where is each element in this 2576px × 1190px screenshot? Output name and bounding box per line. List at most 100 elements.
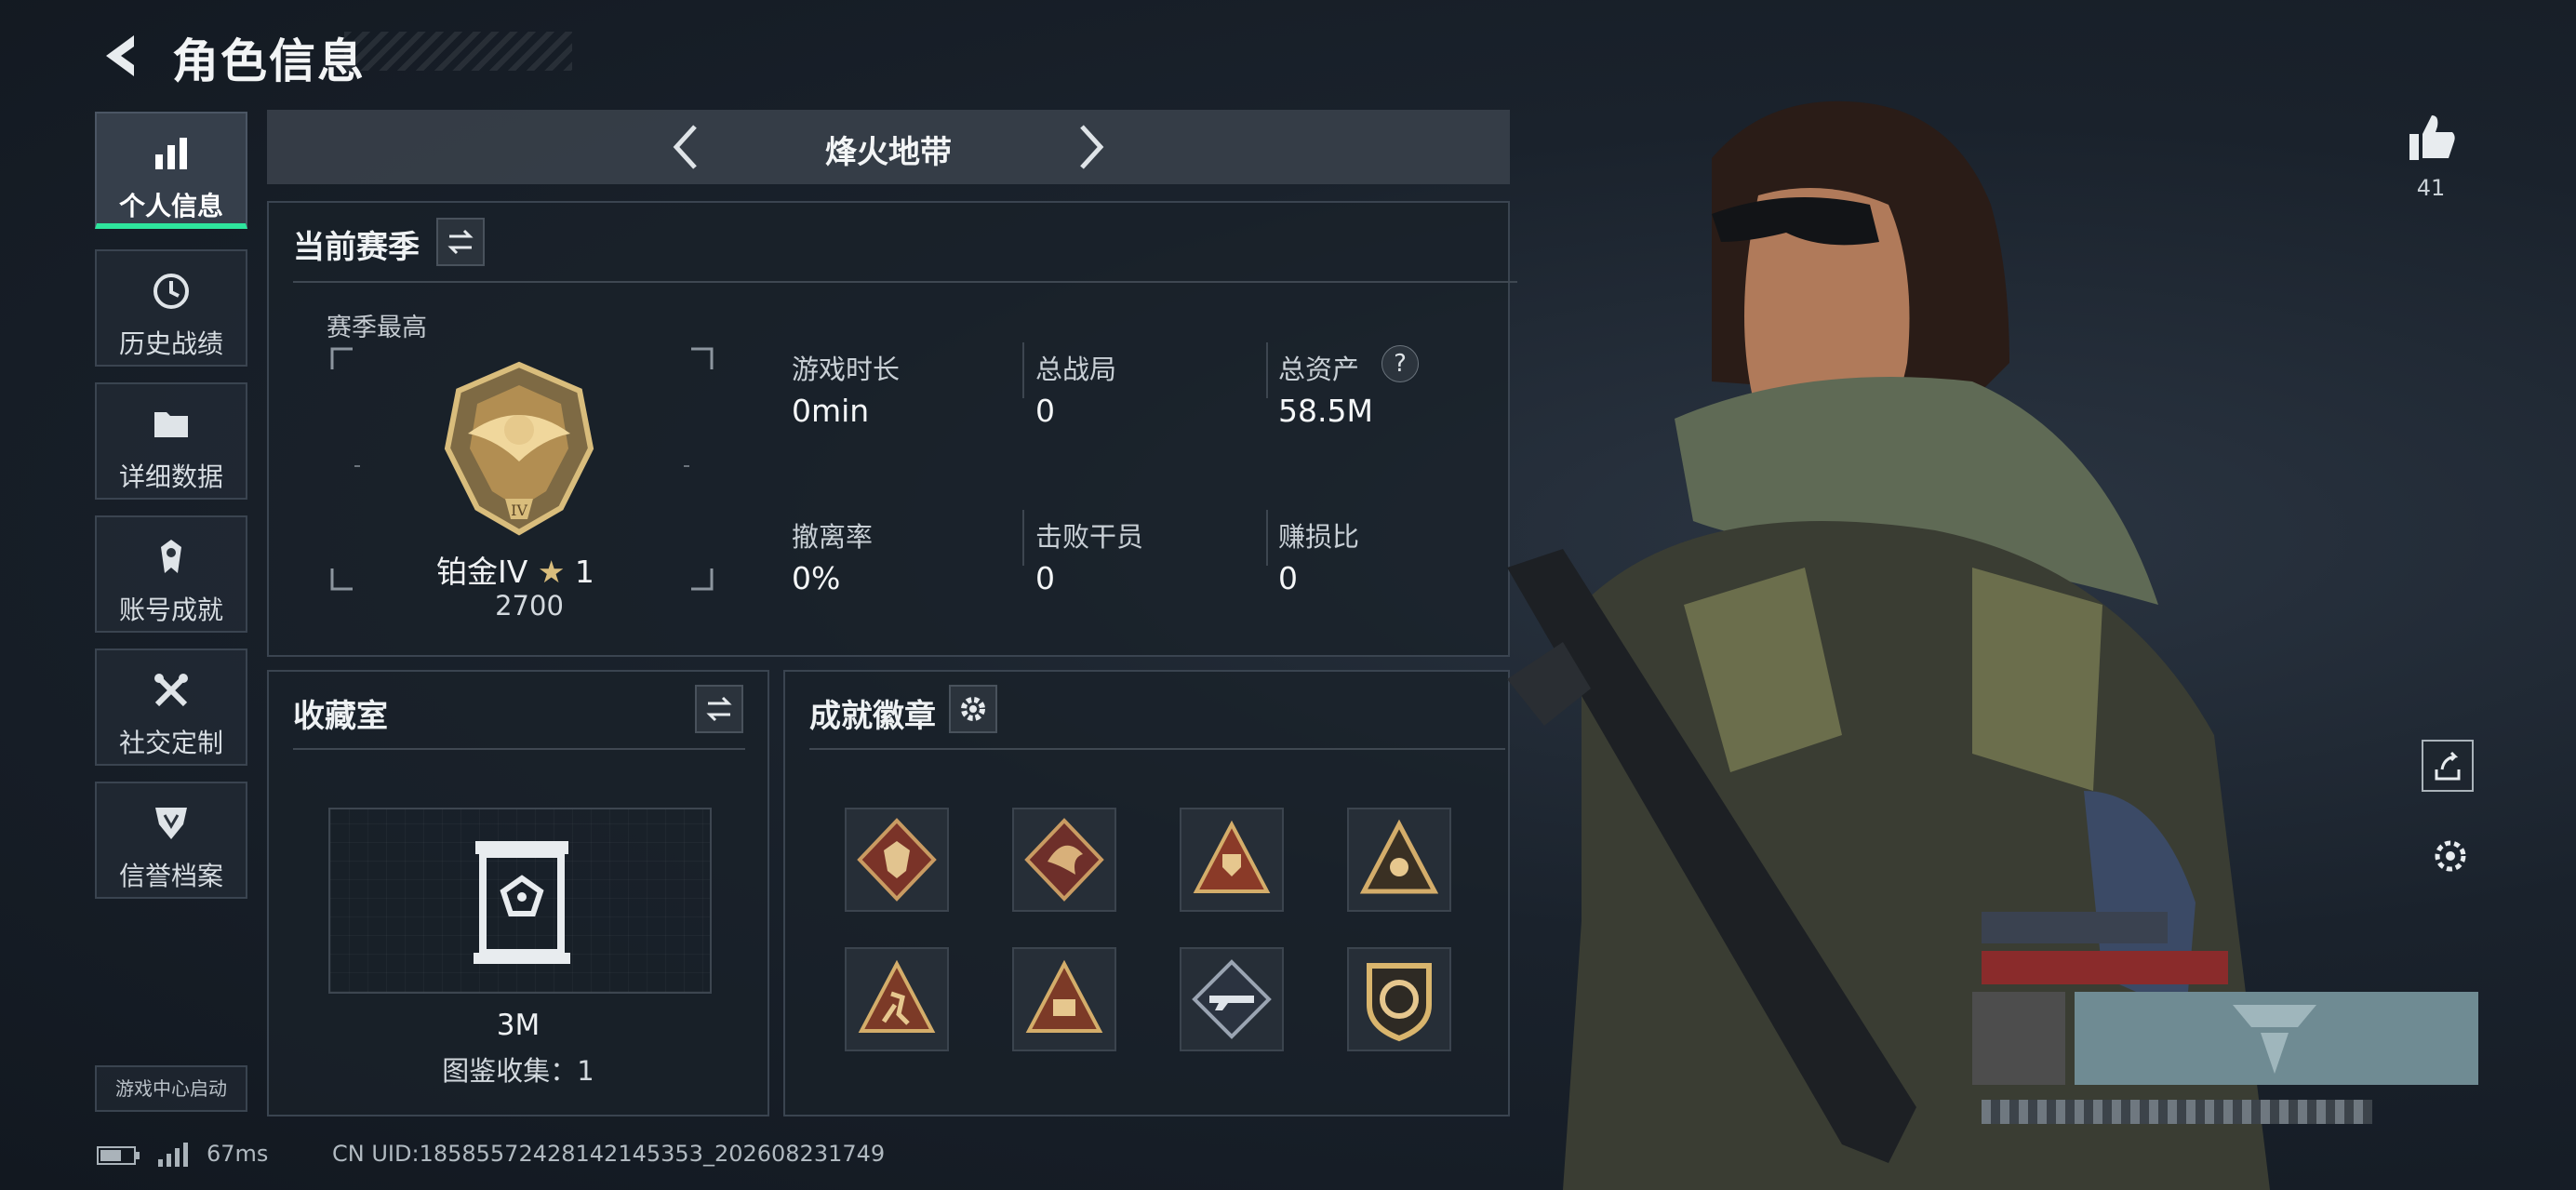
bar-chart-icon bbox=[155, 138, 187, 169]
season-title: 当前赛季 bbox=[293, 229, 420, 266]
stat-label: 撤离率 bbox=[792, 521, 874, 553]
stat-value: 58.5M bbox=[1278, 393, 1373, 429]
badge-dragon[interactable] bbox=[1012, 808, 1116, 912]
runner-badge-icon bbox=[858, 959, 936, 1033]
battery-icon bbox=[97, 1146, 140, 1165]
badge-runner[interactable] bbox=[845, 947, 949, 1051]
eye-badge-icon bbox=[1359, 819, 1439, 894]
stat-divider bbox=[1022, 510, 1024, 566]
swap-icon bbox=[706, 696, 732, 722]
swap-season-button[interactable] bbox=[436, 218, 485, 266]
help-icon[interactable]: ? bbox=[1381, 345, 1419, 382]
nav-item-personal-info[interactable]: 个人信息 bbox=[95, 112, 247, 229]
banner-emblem-icon bbox=[2233, 1005, 2316, 1074]
level-50-badge-icon bbox=[1025, 959, 1103, 1033]
player-info-pixelated bbox=[1982, 1100, 2372, 1124]
game-center-launch[interactable]: 游戏中心启动 bbox=[95, 1065, 247, 1112]
stat-divider bbox=[1022, 342, 1024, 398]
stat-label: 游戏时长 bbox=[792, 354, 901, 385]
stat-label: 总战局 bbox=[1035, 354, 1117, 385]
badge-eye[interactable] bbox=[1347, 808, 1451, 912]
gear-icon bbox=[961, 697, 985, 721]
nav-label: 账号成就 bbox=[118, 595, 223, 625]
stat-label: 总资产 bbox=[1278, 354, 1360, 385]
stat-value: 0% bbox=[792, 560, 841, 596]
nav-label: 详细数据 bbox=[118, 461, 223, 492]
nav-label: 社交定制 bbox=[118, 728, 223, 758]
stat-label: 击败干员 bbox=[1035, 521, 1144, 553]
map-name: 烽火地带 bbox=[825, 134, 952, 171]
collection-display[interactable] bbox=[328, 808, 712, 994]
divider bbox=[293, 281, 1517, 283]
medal-icon bbox=[161, 540, 181, 573]
player-uid: CN UID:1858557242814214535​3_20260823174… bbox=[332, 1141, 886, 1167]
clock-icon bbox=[153, 274, 189, 309]
catalog-count: 图鉴收集：1 bbox=[442, 1055, 594, 1087]
nav-label: 历史战绩 bbox=[118, 328, 223, 359]
badge-gold-shield[interactable] bbox=[1347, 947, 1451, 1051]
svg-text:IV: IV bbox=[511, 501, 527, 519]
rank-name: 铂金IV bbox=[436, 554, 528, 590]
like-count: 41 bbox=[2416, 175, 2446, 201]
wolf-badge-icon bbox=[857, 818, 937, 902]
shield-icon bbox=[155, 808, 187, 839]
stat-divider bbox=[1266, 342, 1268, 398]
rank-points: 2700 bbox=[495, 590, 564, 622]
settings-icon[interactable] bbox=[2430, 836, 2471, 876]
display-case-icon bbox=[474, 841, 570, 964]
divider bbox=[809, 748, 1505, 750]
chevron-right-icon[interactable] bbox=[1073, 121, 1110, 173]
achievements-title: 成就徽章 bbox=[809, 698, 936, 735]
stat-value: 0 bbox=[1278, 560, 1298, 596]
swap-collection-button[interactable] bbox=[695, 685, 743, 733]
star-icon: ★ bbox=[537, 554, 566, 590]
trophy-badge-icon bbox=[1193, 820, 1271, 893]
signal-icon bbox=[158, 1143, 188, 1167]
player-banner bbox=[2075, 992, 2478, 1085]
badge-wolf[interactable] bbox=[845, 808, 949, 912]
rank-stars: 1 bbox=[574, 554, 594, 590]
share-button[interactable] bbox=[2422, 740, 2474, 792]
badge-trophy[interactable] bbox=[1180, 808, 1284, 912]
ping-value: 67ms bbox=[207, 1141, 269, 1167]
badge-level[interactable] bbox=[1012, 947, 1116, 1051]
collection-panel: 收藏室 3M 图鉴收集：1 bbox=[267, 670, 769, 1116]
stat-divider bbox=[1266, 510, 1268, 566]
nav-item-details[interactable]: 详细数据 bbox=[95, 382, 247, 500]
rank-name-row: 铂金IV ★ 1 bbox=[436, 547, 594, 592]
avatar[interactable] bbox=[1972, 992, 2065, 1085]
page-title: 角色信息 bbox=[172, 34, 366, 88]
player-title-pixelated bbox=[1982, 951, 2228, 984]
nav-item-credit[interactable]: 信誉档案 bbox=[95, 782, 247, 899]
title-decoration bbox=[344, 32, 572, 71]
stat-value: 0 bbox=[1035, 393, 1055, 429]
nav-item-history[interactable]: 历史战绩 bbox=[95, 249, 247, 367]
nav-label: 个人信息 bbox=[118, 191, 223, 221]
swap-icon bbox=[447, 229, 474, 255]
divider bbox=[293, 748, 745, 750]
player-name-pixelated bbox=[1982, 912, 2168, 943]
season-panel: 当前赛季 赛季最高 IV 铂金IV ★ 1 2700 游戏时长 0min 总战局… bbox=[267, 201, 1517, 657]
badge-rifle[interactable] bbox=[1180, 947, 1284, 1051]
stat-label: 赚损比 bbox=[1278, 521, 1360, 553]
season-best-label: 赛季最高 bbox=[327, 314, 427, 342]
map-selector: 烽火地带 bbox=[267, 110, 1510, 184]
back-arrow-icon[interactable] bbox=[93, 28, 149, 84]
collection-value: 3M bbox=[496, 1009, 541, 1042]
folder-icon bbox=[154, 412, 188, 437]
share-icon bbox=[2435, 751, 2461, 781]
badge-settings-button[interactable] bbox=[949, 685, 997, 733]
collection-title: 收藏室 bbox=[293, 698, 388, 735]
stat-value: 0 bbox=[1035, 560, 1055, 596]
nav-item-achievements[interactable]: 账号成就 bbox=[95, 515, 247, 633]
gold-shield-badge-icon bbox=[1367, 963, 1432, 1042]
stat-value: 0min bbox=[792, 393, 870, 429]
thumbs-up-icon[interactable] bbox=[2404, 110, 2458, 164]
nav-item-social[interactable]: 社交定制 bbox=[95, 648, 247, 766]
platinum-rank-icon: IV bbox=[444, 361, 594, 536]
achievements-panel: 成就徽章 bbox=[783, 670, 1510, 1116]
rifle-badge-icon bbox=[1192, 959, 1272, 1039]
tools-icon bbox=[154, 674, 188, 707]
dragon-badge-icon bbox=[1024, 818, 1104, 902]
nav-label: 信誉档案 bbox=[118, 861, 223, 891]
